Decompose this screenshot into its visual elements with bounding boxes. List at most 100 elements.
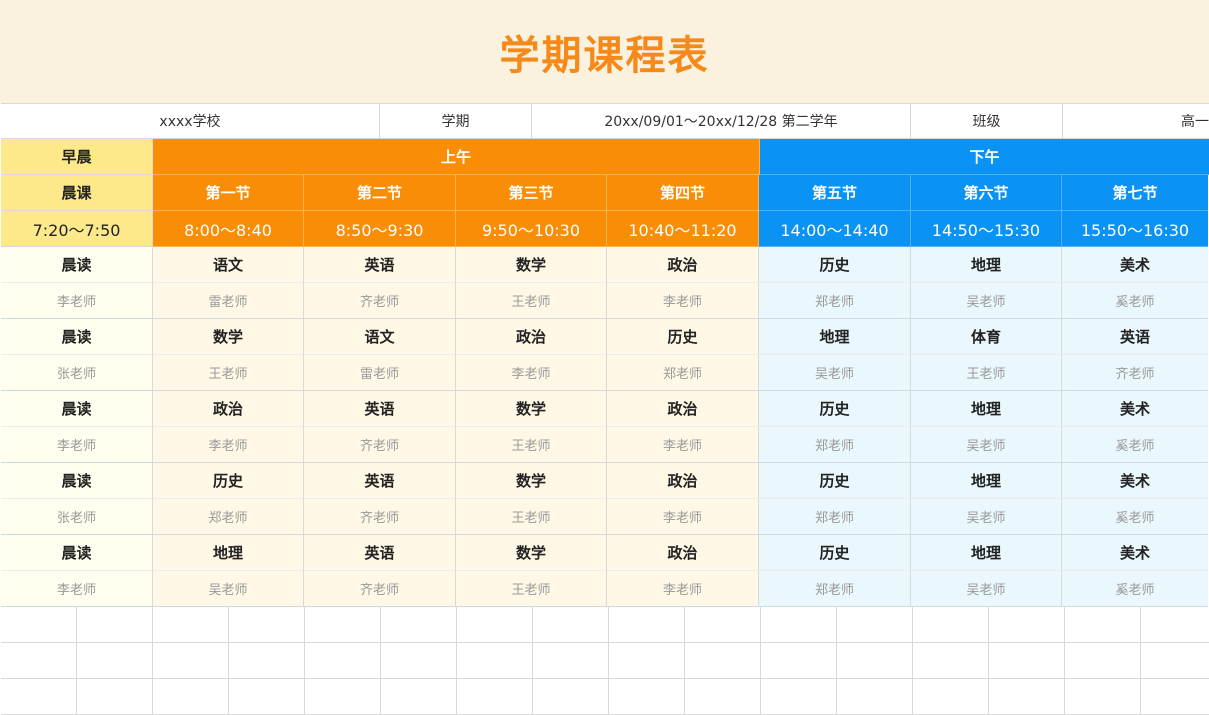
subject-cell[interactable]: 晨读 [1,463,153,499]
empty-cell[interactable] [229,643,305,679]
teacher-cell[interactable]: 奚老师 [1062,499,1208,535]
teacher-cell[interactable]: 郑老师 [759,427,911,463]
teacher-cell[interactable]: 奚老师 [1062,427,1208,463]
empty-cell[interactable] [761,607,837,643]
teacher-cell[interactable]: 吴老师 [911,499,1062,535]
teacher-cell[interactable]: 齐老师 [1062,355,1208,391]
empty-cell[interactable] [457,607,533,643]
subject-cell[interactable]: 历史 [759,247,911,283]
empty-cell[interactable] [533,607,609,643]
subject-cell[interactable]: 政治 [607,391,759,427]
empty-cell[interactable] [1065,679,1141,715]
empty-cell[interactable] [609,679,685,715]
teacher-cell[interactable]: 李老师 [607,571,759,607]
teacher-cell[interactable]: 张老师 [1,355,153,391]
empty-cell[interactable] [533,643,609,679]
subject-cell[interactable]: 政治 [607,247,759,283]
empty-cell[interactable] [1065,607,1141,643]
empty-cell[interactable] [1141,679,1209,715]
empty-cell[interactable] [77,643,153,679]
empty-cell[interactable] [609,607,685,643]
subject-cell[interactable]: 地理 [153,535,304,571]
subject-cell[interactable]: 语文 [304,319,456,355]
teacher-cell[interactable]: 奚老师 [1062,571,1208,607]
empty-cell[interactable] [77,607,153,643]
subject-cell[interactable]: 晨读 [1,319,153,355]
empty-cell[interactable] [989,643,1065,679]
empty-cell[interactable] [533,679,609,715]
teacher-cell[interactable]: 吴老师 [153,571,304,607]
subject-cell[interactable]: 历史 [759,391,911,427]
empty-cell[interactable] [153,607,229,643]
empty-cell[interactable] [609,643,685,679]
teacher-cell[interactable]: 齐老师 [304,499,456,535]
empty-cell[interactable] [837,679,913,715]
subject-cell[interactable]: 美术 [1062,535,1208,571]
subject-cell[interactable]: 数学 [456,463,607,499]
subject-cell[interactable]: 历史 [759,535,911,571]
empty-cell[interactable] [761,643,837,679]
subject-cell[interactable]: 英语 [304,391,456,427]
subject-cell[interactable]: 英语 [1062,319,1208,355]
teacher-cell[interactable]: 郑老师 [153,499,304,535]
subject-cell[interactable]: 美术 [1062,391,1208,427]
teacher-cell[interactable]: 王老师 [456,571,607,607]
teacher-cell[interactable]: 雷老师 [304,355,456,391]
empty-cell[interactable] [1,607,77,643]
teacher-cell[interactable]: 郑老师 [607,355,759,391]
empty-cell[interactable] [381,679,457,715]
empty-cell[interactable] [153,679,229,715]
subject-cell[interactable]: 语文 [153,247,304,283]
subject-cell[interactable]: 体育 [911,319,1062,355]
empty-cell[interactable] [381,643,457,679]
empty-cell[interactable] [761,679,837,715]
subject-cell[interactable]: 政治 [456,319,607,355]
empty-cell[interactable] [837,607,913,643]
empty-cell[interactable] [913,679,989,715]
teacher-cell[interactable]: 李老师 [1,427,153,463]
teacher-cell[interactable]: 王老师 [911,355,1062,391]
teacher-cell[interactable]: 郑老师 [759,499,911,535]
empty-cell[interactable] [837,643,913,679]
subject-cell[interactable]: 地理 [759,319,911,355]
subject-cell[interactable]: 历史 [153,463,304,499]
empty-cell[interactable] [685,643,761,679]
empty-cell[interactable] [457,643,533,679]
subject-cell[interactable]: 美术 [1062,463,1208,499]
teacher-cell[interactable]: 张老师 [1,499,153,535]
subject-cell[interactable]: 历史 [759,463,911,499]
empty-cell[interactable] [229,607,305,643]
subject-cell[interactable]: 地理 [911,463,1062,499]
subject-cell[interactable]: 数学 [456,247,607,283]
empty-cell[interactable] [989,607,1065,643]
empty-cell[interactable] [305,679,381,715]
empty-cell[interactable] [989,679,1065,715]
subject-cell[interactable]: 地理 [911,535,1062,571]
teacher-cell[interactable]: 吴老师 [759,355,911,391]
subject-cell[interactable]: 晨读 [1,247,153,283]
empty-cell[interactable] [1141,643,1209,679]
teacher-cell[interactable]: 王老师 [456,427,607,463]
teacher-cell[interactable]: 齐老师 [304,427,456,463]
subject-cell[interactable]: 英语 [304,247,456,283]
subject-cell[interactable]: 晨读 [1,535,153,571]
teacher-cell[interactable]: 齐老师 [304,283,456,319]
empty-cell[interactable] [1,679,77,715]
subject-cell[interactable]: 历史 [607,319,759,355]
empty-cell[interactable] [913,643,989,679]
teacher-cell[interactable]: 吴老师 [911,427,1062,463]
subject-cell[interactable]: 美术 [1062,247,1208,283]
subject-cell[interactable]: 晨读 [1,391,153,427]
empty-cell[interactable] [305,643,381,679]
teacher-cell[interactable]: 李老师 [456,355,607,391]
subject-cell[interactable]: 数学 [456,535,607,571]
teacher-cell[interactable]: 李老师 [153,427,304,463]
empty-cell[interactable] [229,679,305,715]
teacher-cell[interactable]: 吴老师 [911,283,1062,319]
subject-cell[interactable]: 政治 [153,391,304,427]
empty-cell[interactable] [77,679,153,715]
teacher-cell[interactable]: 李老师 [1,571,153,607]
teacher-cell[interactable]: 王老师 [153,355,304,391]
subject-cell[interactable]: 地理 [911,391,1062,427]
teacher-cell[interactable]: 郑老师 [759,571,911,607]
